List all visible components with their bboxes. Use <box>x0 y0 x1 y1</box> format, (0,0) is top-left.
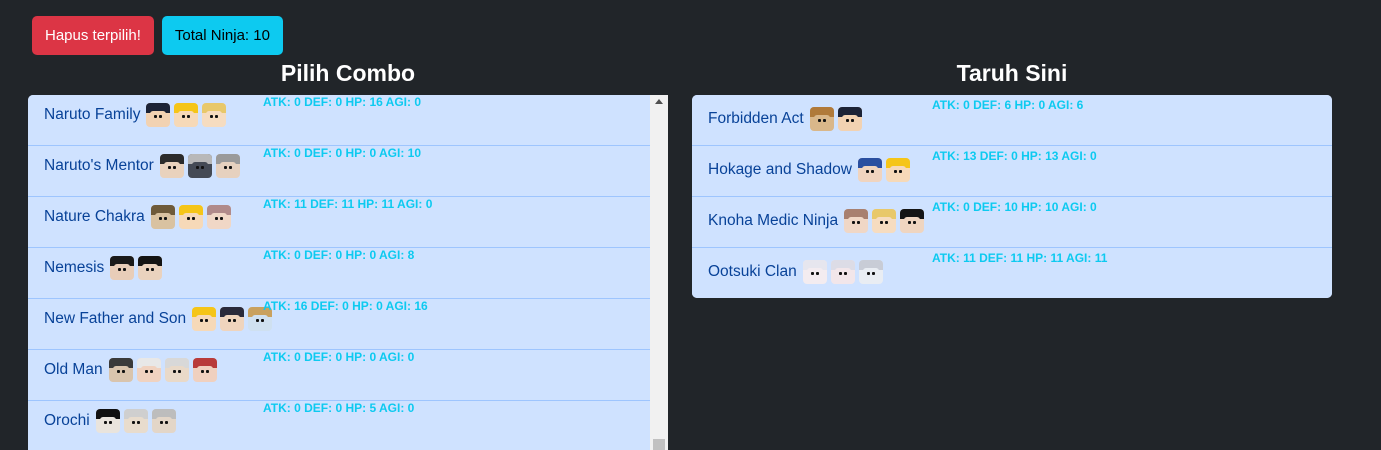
toolbar: Hapus terpilih! Total Ninja: 10 <box>32 16 283 55</box>
ninja-avatar-icon <box>202 103 227 127</box>
combo-name-group: Naruto Family <box>44 95 227 135</box>
right-panel-title: Taruh Sini <box>956 60 1068 86</box>
combo-item[interactable]: Nemesis ATK: 0 DEF: 0 HP: 0 AGI: 8 <box>28 248 650 299</box>
ninja-avatar-icon <box>174 103 199 127</box>
combo-item[interactable]: Naruto Family ATK: 0 DEF: 0 HP: 16 AGI: 0 <box>28 95 650 146</box>
delete-selected-button[interactable]: Hapus terpilih! <box>32 16 154 55</box>
ninja-avatar-icon <box>192 307 217 331</box>
scrollbar[interactable] <box>650 95 668 450</box>
ninja-avatar-icon <box>900 209 925 233</box>
combo-name: Forbidden Act <box>708 110 804 127</box>
combo-stats: ATK: 0 DEF: 0 HP: 16 AGI: 0 <box>263 95 422 109</box>
ninja-avatar-icon <box>123 409 148 433</box>
ninja-avatar-icon <box>802 260 827 284</box>
left-panel-title: Pilih Combo <box>280 60 416 86</box>
ninja-avatar-icon <box>110 256 135 280</box>
combo-drop-list[interactable]: Forbidden Act ATK: 0 DEF: 6 HP: 0 AGI: 6 H… <box>692 95 1332 298</box>
scroll-thumb[interactable] <box>653 439 665 450</box>
ninja-avatar-icon <box>220 307 245 331</box>
combo-item[interactable]: New Father and Son ATK: 16 DEF: 0 HP: 0 A… <box>28 299 650 350</box>
combo-name-group: Forbidden Act <box>708 99 862 139</box>
ninja-avatar-icon <box>138 256 163 280</box>
ninja-avatar-icon <box>108 358 133 382</box>
combo-name-group: Knoha Medic Ninja <box>708 201 925 241</box>
combo-name: Naruto's Mentor <box>44 157 154 174</box>
combo-name-group: Nemesis <box>44 248 163 288</box>
ninja-avatar-icon <box>95 409 120 433</box>
ninja-avatar-icon <box>159 154 184 178</box>
combo-item[interactable]: Knoha Medic Ninja ATK: 0 DEF: 10 HP: 10 A… <box>692 197 1332 248</box>
ninja-avatar-icon <box>164 358 189 382</box>
combo-item[interactable]: Ootsuki Clan ATK: 11 DEF: 11 HP: 11 AGI: … <box>692 248 1332 298</box>
ninja-avatar-icon <box>178 205 203 229</box>
combo-item[interactable]: Nature Chakra ATK: 11 DEF: 11 HP: 11 AGI:… <box>28 197 650 248</box>
combo-stats: ATK: 0 DEF: 10 HP: 10 AGI: 0 <box>932 200 1097 214</box>
combo-name-group: Hokage and Shadow <box>708 150 910 190</box>
combo-source-list[interactable]: Naruto Family ATK: 0 DEF: 0 HP: 16 AGI: 0… <box>28 95 668 450</box>
combo-name: Old Man <box>44 361 103 378</box>
ninja-avatar-icon <box>136 358 161 382</box>
combo-name: New Father and Son <box>44 310 187 327</box>
ninja-avatar-icon <box>885 158 910 182</box>
combo-name: Hokage and Shadow <box>708 161 852 178</box>
ninja-avatar-icon <box>150 205 175 229</box>
combo-name-group: Orochi <box>44 401 176 441</box>
combo-name: Ootsuki Clan <box>708 263 797 280</box>
ninja-avatar-icon <box>146 103 171 127</box>
combo-name: Knoha Medic Ninja <box>708 212 839 229</box>
combo-source-items: Naruto Family ATK: 0 DEF: 0 HP: 16 AGI: 0… <box>28 95 650 450</box>
combo-stats: ATK: 0 DEF: 0 HP: 0 AGI: 0 <box>263 350 415 364</box>
combo-name-group: New Father and Son <box>44 299 273 339</box>
ninja-avatar-icon <box>809 107 834 131</box>
combo-name: Nemesis <box>44 259 105 276</box>
ninja-avatar-icon <box>206 205 231 229</box>
combo-item[interactable]: Orochi ATK: 0 DEF: 0 HP: 5 AGI: 0 <box>28 401 650 450</box>
combo-name: Naruto Family <box>44 106 141 123</box>
ninja-avatar-icon <box>151 409 176 433</box>
combo-name-group: Naruto's Mentor <box>44 146 240 186</box>
ninja-avatar-icon <box>192 358 217 382</box>
ninja-avatar-icon <box>872 209 897 233</box>
combo-item[interactable]: Hokage and Shadow ATK: 13 DEF: 0 HP: 13 A… <box>692 146 1332 197</box>
combo-stats: ATK: 13 DEF: 0 HP: 13 AGI: 0 <box>932 149 1097 163</box>
combo-stats: ATK: 11 DEF: 11 HP: 11 AGI: 0 <box>263 197 433 211</box>
ninja-avatar-icon <box>844 209 869 233</box>
combo-stats: ATK: 0 DEF: 6 HP: 0 AGI: 6 <box>932 98 1084 112</box>
combo-name-group: Nature Chakra <box>44 197 231 237</box>
ninja-avatar-icon <box>837 107 862 131</box>
combo-stats: ATK: 16 DEF: 0 HP: 0 AGI: 16 <box>263 299 428 313</box>
combo-item[interactable]: Old Man ATK: 0 DEF: 0 HP: 0 AGI: 0 <box>28 350 650 401</box>
ninja-avatar-icon <box>187 154 212 178</box>
combo-stats: ATK: 0 DEF: 0 HP: 5 AGI: 0 <box>263 401 415 415</box>
ninja-avatar-icon <box>857 158 882 182</box>
combo-name: Nature Chakra <box>44 208 145 225</box>
combo-name-group: Old Man <box>44 350 217 390</box>
combo-item[interactable]: Naruto's Mentor ATK: 0 DEF: 0 HP: 0 AGI: … <box>28 146 650 197</box>
combo-stats: ATK: 0 DEF: 0 HP: 0 AGI: 10 <box>263 146 422 160</box>
combo-name: Orochi <box>44 412 90 429</box>
scroll-up-arrow-icon[interactable] <box>655 99 663 104</box>
combo-item[interactable]: Forbidden Act ATK: 0 DEF: 6 HP: 0 AGI: 6 <box>692 95 1332 146</box>
combo-name-group: Ootsuki Clan <box>708 252 883 292</box>
combo-stats: ATK: 11 DEF: 11 HP: 11 AGI: 11 <box>932 251 1108 265</box>
ninja-avatar-icon <box>215 154 240 178</box>
combo-stats: ATK: 0 DEF: 0 HP: 0 AGI: 8 <box>263 248 415 262</box>
ninja-avatar-icon <box>830 260 855 284</box>
ninja-avatar-icon <box>858 260 883 284</box>
total-ninja-button[interactable]: Total Ninja: 10 <box>161 16 283 55</box>
